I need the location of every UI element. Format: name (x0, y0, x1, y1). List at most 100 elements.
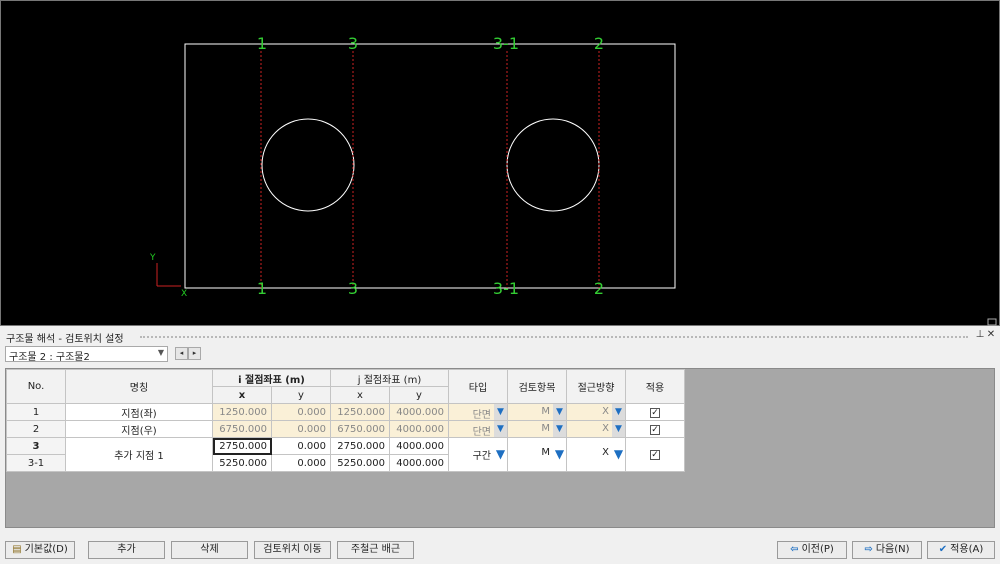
pin-icon[interactable]: ⊥ (975, 329, 985, 341)
col-header-iy: y (271, 386, 331, 404)
row-dir-combo[interactable]: X ▼ (566, 437, 626, 472)
rebar-button[interactable]: 주철근 배근 (337, 541, 414, 559)
review-position-table: No. 명칭 i 절점좌표 (m) j 절점좌표 (m) 타입 검토항목 절근방… (6, 369, 685, 472)
col-header-no: No. (6, 369, 66, 404)
row-apply[interactable]: ✓ (625, 403, 685, 421)
section-label-bottom-1: 1 (257, 279, 267, 298)
table-row[interactable]: 3 추가 지점 1 2750.000 0.000 2750.000 4000.0… (6, 437, 685, 472)
dropdown-icon[interactable]: ▼ (494, 404, 507, 420)
apply-button[interactable]: ✔ 적용(A) (927, 541, 995, 559)
row-jy[interactable]: 4000.000 (389, 437, 449, 455)
add-button[interactable]: 추가 (88, 541, 165, 559)
structure-select[interactable]: 구조물 2 : 구조물2 ▼ (5, 346, 168, 363)
row-no: 3-1 (6, 454, 66, 472)
col-header-approach: 절근방향 (566, 369, 626, 404)
next-structure-button[interactable]: ▸ (188, 347, 201, 360)
row-jy[interactable]: 4000.000 (389, 454, 449, 472)
row-apply[interactable]: ✓ (625, 420, 685, 438)
row-dir-combo[interactable]: X ▼ (566, 403, 626, 421)
row-type: 단면 (472, 410, 491, 421)
next-button[interactable]: ⇨ 다음(N) (852, 541, 922, 559)
col-header-apply: 적용 (625, 369, 685, 404)
row-type-combo[interactable]: 단면 ▼ (448, 403, 508, 421)
close-icon[interactable]: ✕ (986, 329, 996, 341)
col-header-j-coord: j 절점좌표 (m) (330, 369, 449, 387)
dropdown-icon[interactable]: ▼ (553, 438, 566, 471)
section-label-top-2: 2 (594, 34, 604, 53)
section-label-top-3-1: 3-1 (493, 34, 519, 53)
section-label-bottom-2: 2 (594, 279, 604, 298)
row-name[interactable]: 지점(우) (65, 420, 213, 438)
row-type: 단면 (472, 427, 491, 438)
grid-area: No. 명칭 i 절점좌표 (m) j 절점좌표 (m) 타입 검토항목 절근방… (5, 368, 995, 528)
row-iy[interactable]: 0.000 (271, 454, 331, 472)
row-type-combo[interactable]: 구간 ▼ (448, 437, 508, 472)
delete-button[interactable]: 삭제 (171, 541, 248, 559)
row-no: 1 (6, 403, 66, 421)
row-dir: X (602, 423, 609, 434)
row-no: 2 (6, 420, 66, 438)
row-check-combo[interactable]: M ▼ (507, 437, 567, 472)
panel-title: 구조물 해석 - 검토위치 설정 (6, 334, 124, 345)
dropdown-icon[interactable]: ▼ (553, 404, 566, 420)
dropdown-icon[interactable]: ▼ (612, 421, 625, 437)
row-jx[interactable]: 2750.000 (330, 437, 390, 455)
dropdown-icon[interactable]: ▼ (612, 404, 625, 420)
row-ix: 1250.000 (212, 403, 272, 421)
row-check: M (541, 406, 550, 417)
review-position-panel: 구조물 해석 - 검토위치 설정 ⊥ ✕ 구조물 2 : 구조물2 ▼ ◂ ▸ … (0, 326, 1000, 564)
col-header-type: 타입 (448, 369, 508, 404)
row-no: 3 (6, 437, 66, 455)
row-jx: 6750.000 (330, 420, 390, 438)
dropdown-icon[interactable]: ▼ (612, 438, 625, 471)
move-position-button[interactable]: 검토위치 이동 (254, 541, 331, 559)
section-label-top-3: 3 (348, 34, 358, 53)
row-type-combo[interactable]: 단면 ▼ (448, 420, 508, 438)
dropdown-icon[interactable]: ▼ (494, 438, 507, 471)
next-button-label: 다음(N) (875, 544, 910, 555)
table-row[interactable]: 1 지점(좌) 1250.000 0.000 1250.000 4000.000… (6, 403, 685, 421)
table-row[interactable]: 2 지점(우) 6750.000 0.000 6750.000 4000.000… (6, 420, 685, 438)
row-dir-combo[interactable]: X ▼ (566, 420, 626, 438)
prev-button[interactable]: ⇦ 이전(P) (777, 541, 847, 559)
row-check-combo[interactable]: M ▼ (507, 420, 567, 438)
default-button-label: 기본값(D) (24, 544, 68, 555)
row-name[interactable]: 추가 지점 1 (65, 437, 213, 472)
row-jx[interactable]: 5250.000 (330, 454, 390, 472)
apply-button-label: 적용(A) (950, 544, 984, 555)
apply-checkbox[interactable]: ✓ (650, 407, 660, 418)
row-check-combo[interactable]: M ▼ (507, 403, 567, 421)
section-label-top-1: 1 (257, 34, 267, 53)
section-label-bottom-3-1: 3-1 (493, 279, 519, 298)
apply-checkbox[interactable]: ✓ (650, 424, 660, 435)
row-ix[interactable]: 2750.000 (212, 437, 272, 455)
row-iy: 0.000 (271, 403, 331, 421)
row-jx: 1250.000 (330, 403, 390, 421)
default-button[interactable]: ▤ 기본값(D) (5, 541, 75, 559)
dropdown-icon[interactable]: ▼ (494, 421, 507, 437)
chevron-down-icon: ▼ (157, 348, 164, 357)
col-header-check-item: 검토항목 (507, 369, 567, 404)
row-dir: X (602, 447, 609, 458)
prev-structure-button[interactable]: ◂ (175, 347, 188, 360)
row-type: 구간 (472, 451, 491, 462)
row-iy[interactable]: 0.000 (271, 437, 331, 455)
row-ix[interactable]: 5250.000 (212, 454, 272, 472)
row-apply[interactable]: ✓ (625, 437, 685, 472)
dropdown-icon[interactable]: ▼ (553, 421, 566, 437)
row-check: M (541, 423, 550, 434)
row-dir: X (602, 406, 609, 417)
prev-button-label: 이전(P) (801, 544, 834, 555)
row-check: M (541, 447, 550, 458)
check-icon: ✔ (938, 544, 948, 555)
row-name[interactable]: 지점(좌) (65, 403, 213, 421)
row-jy: 4000.000 (389, 403, 449, 421)
apply-checkbox[interactable]: ✓ (650, 450, 660, 460)
col-header-i-coord: i 절점좌표 (m) (212, 369, 331, 387)
panel-gripper[interactable] (140, 336, 968, 340)
axis-y-label: Y (149, 253, 156, 263)
axis-x-label: X (181, 289, 187, 299)
col-header-name: 명칭 (65, 369, 213, 404)
cad-viewport[interactable]: 1 3 3-1 2 1 3 3-1 2 Y X (0, 0, 1000, 326)
col-header-jy: y (389, 386, 449, 404)
